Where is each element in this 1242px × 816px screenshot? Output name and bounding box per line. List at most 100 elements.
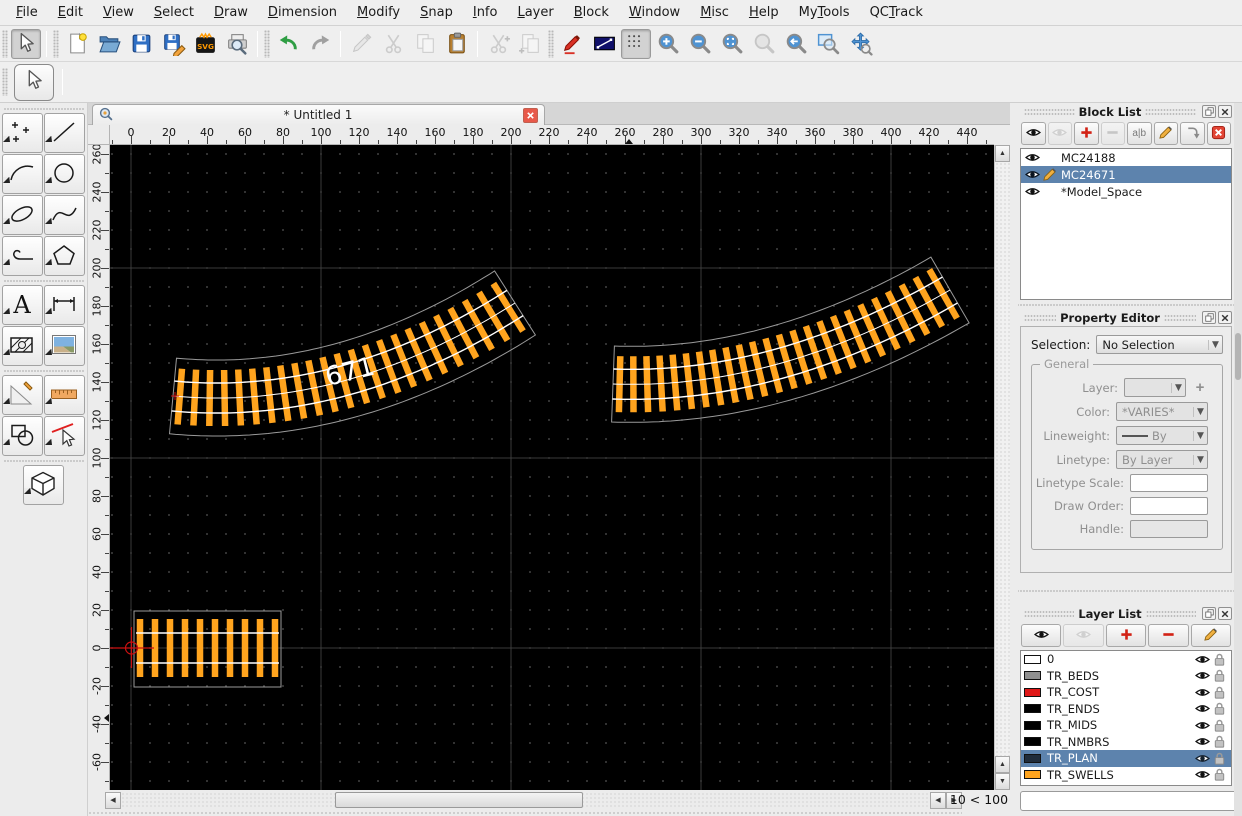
horizontal-scrollbar-track[interactable]	[121, 792, 930, 809]
layer-lock-icon[interactable]	[1211, 767, 1228, 782]
menu-dimension[interactable]: Dimension	[259, 2, 346, 23]
measure-tool-button[interactable]	[2, 375, 43, 415]
menu-select[interactable]: Select	[145, 2, 203, 23]
block-visibility-eye-icon[interactable]	[1024, 169, 1041, 180]
menu-edit[interactable]: Edit	[49, 2, 92, 23]
zoom-in-button[interactable]	[653, 29, 683, 59]
spline-tool-button[interactable]	[44, 195, 85, 235]
vertical-scrollbar[interactable]: ▲ ▲ ▼	[994, 145, 1010, 790]
zoom-previous-button[interactable]	[749, 29, 779, 59]
save-as-button[interactable]	[158, 29, 188, 59]
hatch-tool-button[interactable]	[2, 326, 43, 366]
line-tool-button[interactable]	[44, 113, 85, 153]
document-tab[interactable]: * Untitled 1	[92, 104, 545, 125]
select-entity-tool-button[interactable]	[44, 416, 85, 456]
modify-tool-button[interactable]	[2, 416, 43, 456]
color-combo[interactable]: *VARIES*▼	[1116, 402, 1208, 421]
add-layer-button[interactable]	[1106, 624, 1146, 647]
insert-block-button[interactable]	[1180, 122, 1205, 145]
lineweight-combo[interactable]: By▼	[1116, 426, 1208, 445]
vertical-scrollbar-track[interactable]	[995, 162, 1010, 756]
remove-layer-button[interactable]	[1148, 624, 1188, 647]
menu-file[interactable]: File	[7, 2, 47, 23]
ellipse-tool-button[interactable]	[2, 195, 43, 235]
scroll-left-button-2[interactable]: ◀	[930, 792, 946, 809]
layer-visibility-eye-icon[interactable]	[1194, 720, 1211, 731]
add-block-button[interactable]	[1074, 122, 1099, 145]
layer-list-item[interactable]: TR_SWELLS	[1021, 767, 1231, 784]
block-list-close-icon[interactable]	[1218, 105, 1232, 118]
hide-all-layers-button[interactable]	[1063, 624, 1103, 647]
block-visibility-eye-icon[interactable]	[1024, 152, 1041, 163]
layer-combo[interactable]: ▼	[1124, 378, 1186, 397]
layer-lock-icon[interactable]	[1211, 668, 1228, 683]
layer-visibility-eye-icon[interactable]	[1194, 687, 1211, 698]
toolbar-grip[interactable]	[548, 30, 554, 58]
polygon-tool-button[interactable]	[44, 236, 85, 276]
zoom-pan-button[interactable]	[845, 29, 875, 59]
layer-visibility-eye-icon[interactable]	[1194, 670, 1211, 681]
layer-lock-icon[interactable]	[1211, 734, 1228, 749]
undo-button[interactable]	[273, 29, 303, 59]
menu-info[interactable]: Info	[464, 2, 507, 23]
zoom-auto-button[interactable]	[717, 29, 747, 59]
polyline-tool-button[interactable]	[2, 236, 43, 276]
layer-visibility-eye-icon[interactable]	[1194, 769, 1211, 780]
handle-input[interactable]	[1130, 520, 1208, 538]
command-line[interactable]	[1020, 791, 1238, 811]
menu-help[interactable]: Help	[740, 2, 788, 23]
scroll-left-button[interactable]: ◀	[105, 792, 121, 809]
layer-list-item[interactable]: TR_PLAN	[1021, 750, 1231, 767]
show-all-layers-button[interactable]	[1021, 624, 1061, 647]
edit-layer-button[interactable]	[1191, 624, 1231, 647]
horizontal-scrollbar-thumb[interactable]	[335, 792, 583, 808]
layer-list-item[interactable]: TR_COST	[1021, 684, 1231, 701]
line-settings-button[interactable]	[589, 29, 619, 59]
layer-lock-icon[interactable]	[1211, 751, 1228, 766]
property-editor-float-icon[interactable]	[1202, 311, 1216, 324]
linetype-scale-input[interactable]	[1130, 474, 1208, 492]
text-tool-button[interactable]: A	[2, 285, 43, 325]
property-editor-close-icon[interactable]	[1218, 311, 1232, 324]
show-all-blocks-button[interactable]	[1021, 122, 1046, 145]
layer-list-float-icon[interactable]	[1202, 607, 1216, 620]
layer-visibility-eye-icon[interactable]	[1194, 654, 1211, 665]
image-tool-button[interactable]	[44, 326, 85, 366]
add-layer-plus-icon[interactable]: +	[1192, 380, 1208, 396]
layer-list-item[interactable]: TR_ENDS	[1021, 701, 1231, 718]
layer-visibility-eye-icon[interactable]	[1194, 703, 1211, 714]
toolbar-grip[interactable]	[264, 30, 270, 58]
remove-block-button[interactable]	[1101, 122, 1126, 145]
layer-list-item[interactable]: TR_NMBRS	[1021, 734, 1231, 751]
menu-snap[interactable]: Snap	[411, 2, 462, 23]
delete-block-button[interactable]	[1207, 122, 1232, 145]
dock-scrollbar-thumb[interactable]	[1235, 333, 1241, 380]
menu-qctrack[interactable]: QCTrack	[861, 2, 932, 23]
layer-lock-icon[interactable]	[1211, 701, 1228, 716]
draw-order-input[interactable]	[1130, 497, 1208, 515]
selection-combo[interactable]: No Selection ▼	[1096, 335, 1223, 354]
linetype-combo[interactable]: By Layer▼	[1116, 450, 1208, 469]
cut-button[interactable]	[378, 29, 408, 59]
drawing-canvas[interactable]: 671	[110, 145, 994, 790]
menu-view[interactable]: View	[94, 2, 143, 23]
panel-splitter[interactable]	[1010, 103, 1018, 816]
points-tool-button[interactable]	[2, 113, 43, 153]
layer-visibility-eye-icon[interactable]	[1194, 736, 1211, 747]
dock-splitter[interactable]	[1018, 587, 1234, 595]
dock-scrollbar[interactable]	[1234, 103, 1242, 816]
arc-tool-button[interactable]	[2, 154, 43, 194]
toolbar-grip[interactable]	[2, 68, 8, 96]
block-list-item[interactable]: MC24188	[1021, 149, 1231, 166]
new-file-button[interactable]	[62, 29, 92, 59]
menu-mytools[interactable]: MyTools	[790, 2, 859, 23]
dimension-tool-button[interactable]	[44, 285, 85, 325]
layer-list-item[interactable]: TR_MIDS	[1021, 717, 1231, 734]
edit-block-button[interactable]	[1154, 122, 1179, 145]
layer-lock-icon[interactable]	[1211, 718, 1228, 733]
menu-modify[interactable]: Modify	[348, 2, 409, 23]
hide-all-blocks-button[interactable]	[1048, 122, 1073, 145]
zoom-back-button[interactable]	[781, 29, 811, 59]
save-button[interactable]	[126, 29, 156, 59]
layer-list-item[interactable]: TR_BEDS	[1021, 668, 1231, 685]
